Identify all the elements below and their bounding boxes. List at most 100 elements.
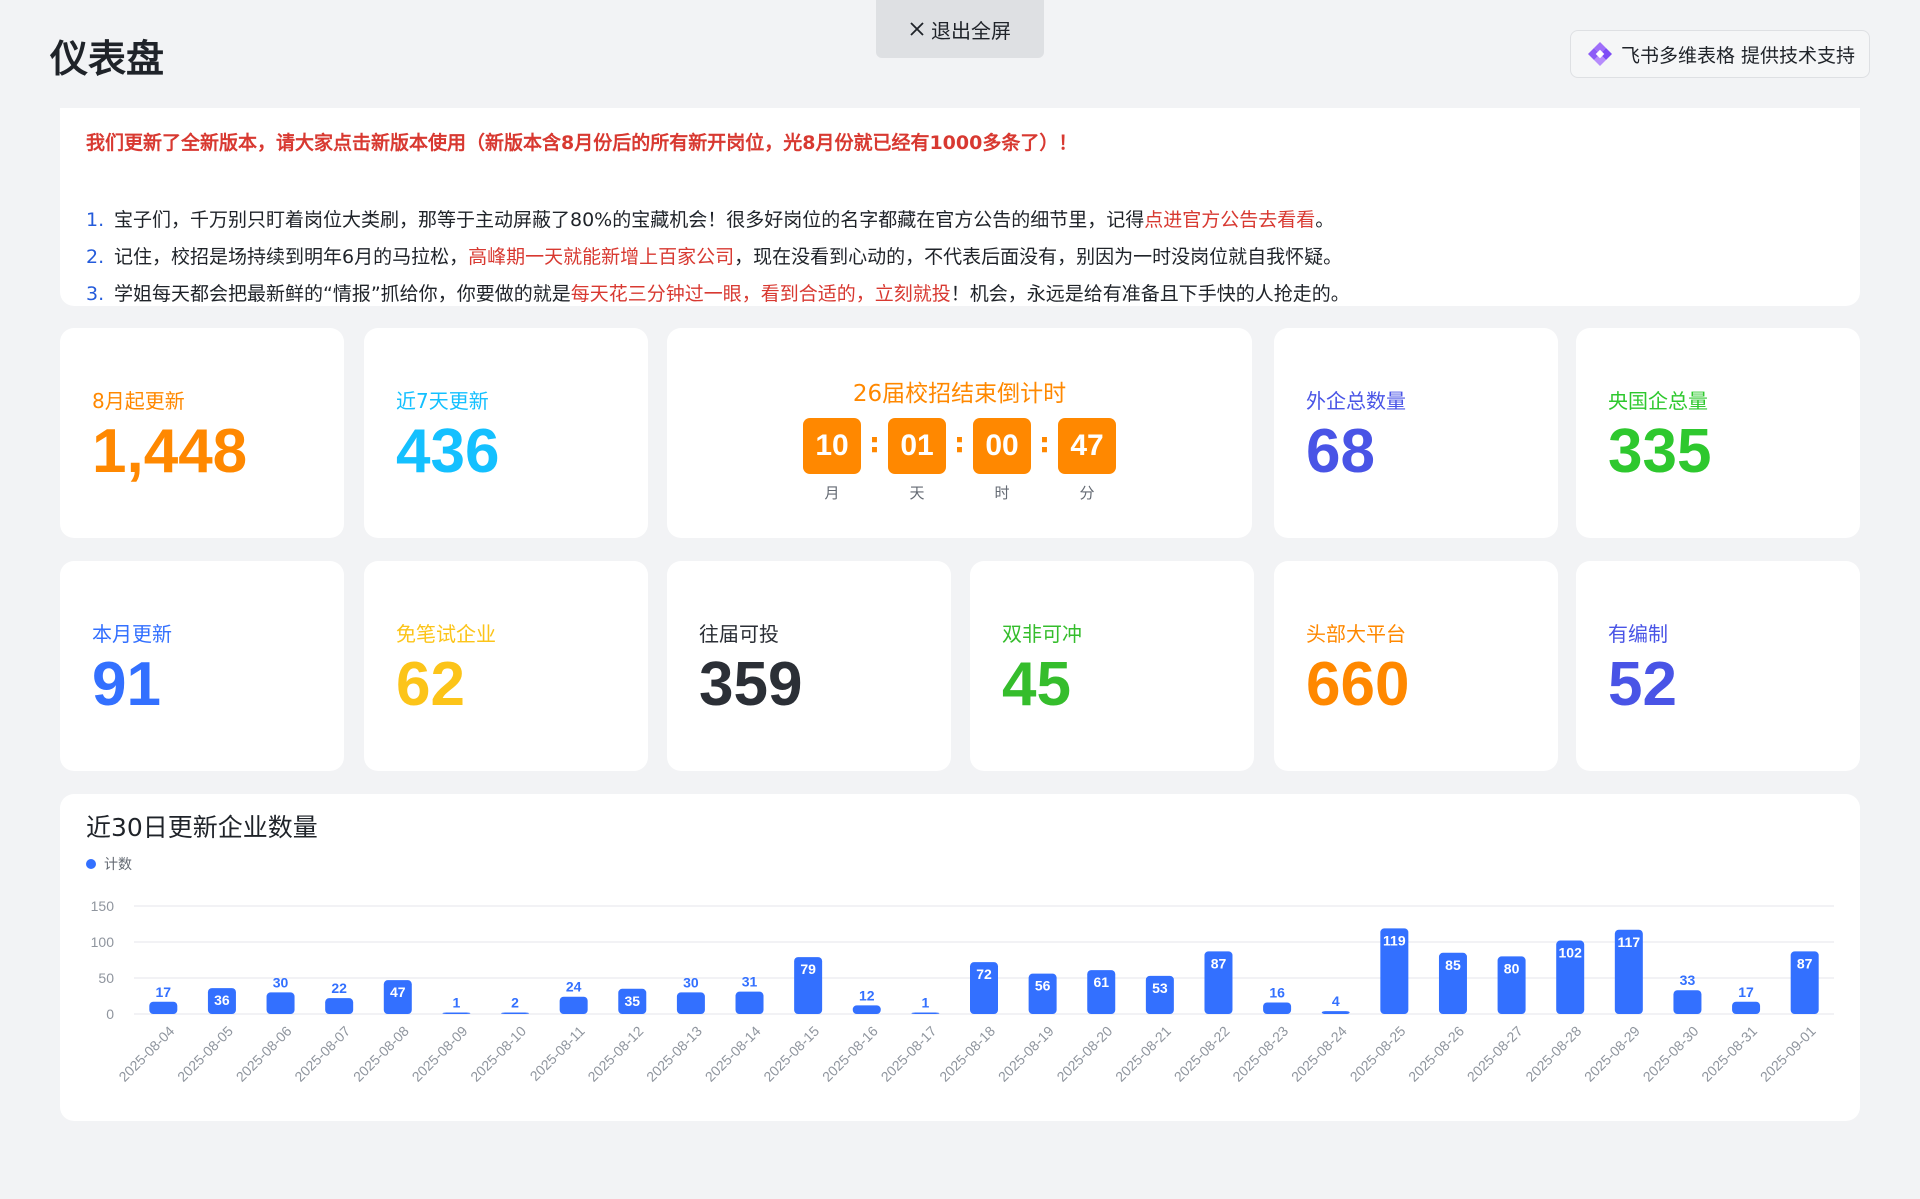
bar-data-label: 47: [390, 984, 406, 1000]
notice-list: 1. 宝子们，千万别只盯着岗位大类刷，那等于主动屏蔽了80%的宝藏机会！很多好岗…: [86, 202, 1834, 313]
bar-data-label: 4: [1332, 993, 1340, 1009]
x-tick-label: 2025-08-06: [233, 1023, 295, 1085]
stat-label: 有编制: [1608, 622, 1668, 646]
stat-value: 45: [1002, 650, 1071, 719]
bar-data-label: 119: [1383, 932, 1406, 948]
stat-value: 359: [699, 650, 803, 719]
page-title: 仪表盘: [50, 37, 165, 81]
list-item: 2. 记住，校招是场持续到明年6月的马拉松，高峰期一天就能新增上百家公司，现在没…: [86, 239, 1834, 276]
x-tick-label: 2025-08-09: [409, 1023, 471, 1085]
stat-card-top-platforms[interactable]: 头部大平台 660: [1274, 561, 1558, 771]
feishu-bitable-logo-icon: [1587, 42, 1612, 66]
x-tick-label: 2025-08-07: [291, 1023, 353, 1085]
countdown-minute: 47 分: [1058, 418, 1116, 503]
bar-data-label: 61: [1093, 974, 1109, 990]
x-tick-label: 2025-08-10: [467, 1023, 529, 1085]
bar-data-label: 102: [1559, 945, 1583, 961]
x-tick-label: 2025-08-28: [1522, 1023, 1584, 1085]
chart-bar: [735, 991, 764, 1014]
x-tick-label: 2025-08-29: [1581, 1023, 1643, 1085]
countdown-unit-label: 时: [994, 484, 1010, 502]
x-tick-label: 2025-08-14: [702, 1023, 764, 1085]
bar-data-label: 85: [1445, 957, 1461, 973]
stat-label: 头部大平台: [1306, 622, 1406, 646]
chart-bar: [325, 998, 354, 1014]
x-tick-label: 2025-08-26: [1405, 1023, 1467, 1085]
stat-card-state-owned[interactable]: 央国企总量 335: [1576, 328, 1860, 538]
y-tick-label: 150: [91, 898, 115, 914]
bar-data-label: 117: [1618, 934, 1641, 950]
x-tick-label: 2025-08-13: [643, 1023, 705, 1085]
x-tick-label: 2025-08-18: [936, 1023, 998, 1085]
stat-card-7day-updates[interactable]: 近7天更新 436: [364, 328, 648, 538]
x-tick-label: 2025-09-01: [1757, 1023, 1819, 1085]
chart-bar: [149, 1001, 178, 1014]
stat-card-aug-updates[interactable]: 8月起更新 1,448: [60, 328, 344, 538]
x-tick-label: 2025-08-22: [1171, 1023, 1233, 1085]
x-tick-label: 2025-08-31: [1698, 1023, 1760, 1085]
stat-card-past-graduates[interactable]: 往届可投 359: [667, 561, 951, 771]
x-tick-label: 2025-08-15: [760, 1023, 822, 1085]
bar-data-label: 36: [214, 992, 230, 1008]
countdown-card: 26届校招结束倒计时 10 月 : 01 天 : 00 时 : 47 分: [667, 328, 1252, 538]
exit-fullscreen-button[interactable]: 退出全屏: [876, 0, 1044, 58]
list-item-text: 学姐每天都会把最新鲜的“情报”抓给你，你要做的就是每天花三分钟过一眼，看到合适的…: [114, 283, 1350, 305]
stat-card-month-updates[interactable]: 本月更新 91: [60, 561, 344, 771]
bar-data-label: 24: [566, 979, 582, 995]
stat-value: 52: [1608, 650, 1677, 719]
countdown-day: 01 天: [888, 418, 946, 503]
bar-data-label: 12: [859, 987, 875, 1003]
x-tick-label: 2025-08-27: [1464, 1023, 1526, 1085]
notice-card: 我们更新了全新版本，请大家点击新版本使用（新版本含8月份后的所有新开岗位，光8月…: [60, 108, 1860, 306]
bar-data-label: 1: [921, 995, 929, 1011]
bar-data-label: 56: [1035, 978, 1051, 994]
powered-by-badge[interactable]: 飞书多维表格 提供技术支持: [1569, 30, 1870, 78]
list-item-number: 1.: [86, 209, 105, 231]
countdown-value: 47: [1058, 418, 1116, 474]
stat-label: 免笔试企业: [396, 622, 496, 646]
countdown-unit-label: 天: [909, 484, 925, 502]
x-tick-label: 2025-08-08: [350, 1023, 412, 1085]
bar-data-label: 17: [156, 984, 172, 1000]
countdown-timer: 10 月 : 01 天 : 00 时 : 47 分: [667, 418, 1252, 503]
bar-data-label: 1: [453, 995, 461, 1011]
list-item-text: 宝子们，千万别只盯着岗位大类刷，那等于主动屏蔽了80%的宝藏机会！很多好岗位的名…: [114, 209, 1335, 231]
bar-data-label: 17: [1738, 984, 1754, 1000]
list-item-number: 2.: [86, 246, 105, 268]
stat-value: 436: [396, 417, 500, 486]
chart-bar: [911, 1012, 940, 1014]
x-tick-label: 2025-08-19: [995, 1023, 1057, 1085]
stat-value: 335: [1608, 417, 1712, 486]
x-tick-label: 2025-08-11: [527, 1023, 588, 1084]
stat-card-no-written-test[interactable]: 免笔试企业 62: [364, 561, 648, 771]
chart-bar: [266, 992, 295, 1014]
stat-label: 往届可投: [699, 622, 779, 646]
chart-legend[interactable]: 计数: [86, 854, 132, 874]
chart-card: 0 50 100 150 17 2025-08-04 36 2025-08-05 30 2025-…: [60, 794, 1860, 1121]
x-tick-label: 2025-08-24: [1288, 1023, 1350, 1085]
countdown-separator: :: [1038, 426, 1051, 459]
countdown-value: 01: [888, 418, 946, 474]
countdown-separator: :: [868, 426, 881, 459]
list-item-number: 3.: [86, 283, 105, 305]
stat-card-foreign-companies[interactable]: 外企总数量 68: [1274, 328, 1558, 538]
countdown-hour: 00 时: [973, 418, 1031, 503]
y-tick-label: 50: [98, 970, 114, 986]
bar-data-label: 2: [511, 995, 519, 1011]
bar-data-label: 87: [1211, 955, 1227, 971]
stat-value: 62: [396, 650, 465, 719]
stat-label: 8月起更新: [92, 389, 185, 413]
legend-label: 计数: [104, 857, 132, 873]
x-tick-label: 2025-08-16: [819, 1023, 881, 1085]
chart-bar: [501, 1012, 530, 1014]
chart-bar: [852, 1005, 881, 1014]
x-tick-label: 2025-08-12: [584, 1023, 646, 1085]
x-tick-label: 2025-08-23: [1229, 1023, 1291, 1085]
chart-title: 近30日更新企业数量: [86, 813, 318, 842]
highlight-text: 高峰期一天就能新增上百家公司: [468, 246, 735, 268]
bar-data-label: 22: [331, 980, 347, 996]
stat-card-non-elite-schools[interactable]: 双非可冲 45: [970, 561, 1254, 771]
chart-bar: [1673, 990, 1702, 1014]
stat-card-civil-service[interactable]: 有编制 52: [1576, 561, 1860, 771]
exit-fullscreen-label: 退出全屏: [931, 18, 1011, 43]
